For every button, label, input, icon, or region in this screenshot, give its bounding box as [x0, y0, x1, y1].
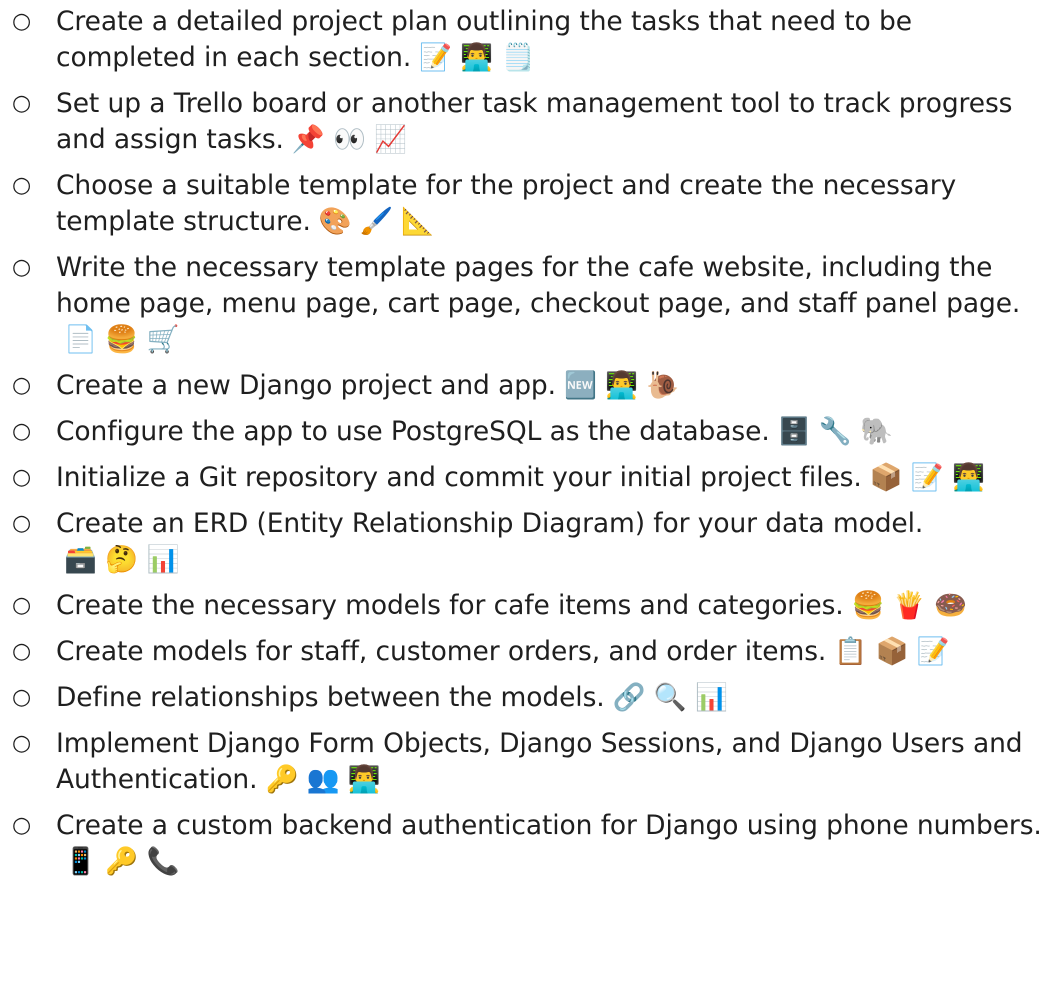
list-item: ○ Write the necessary template pages for …	[0, 250, 1054, 358]
bullet-icon: ○	[12, 639, 32, 664]
list-item: ○ Create a detailed project plan outlinin…	[0, 4, 1054, 76]
emoji-icons: 📄 🍔 🛒	[64, 324, 180, 355]
task-text: Choose a suitable template for the proje…	[56, 170, 957, 237]
task-text: Define relationships between the models.	[56, 682, 605, 713]
emoji-icons: 📋 📦 📝	[834, 636, 950, 667]
task-text: Create a new Django project and app.	[56, 370, 556, 401]
emoji-icons: 📝 👨‍💻 🗒️	[419, 42, 535, 73]
emoji-icons: 🎨 🖌️ 📐	[318, 206, 435, 237]
emoji-icons: 📦 📝 👨‍💻	[869, 462, 986, 493]
list-item: ○ Create the necessary models for cafe it…	[0, 588, 1054, 624]
task-text: Create a custom backend authentication f…	[56, 810, 1042, 841]
list-item: ○ Initialize a Git repository and commit …	[0, 460, 1054, 496]
list-item: ○ Set up a Trello board or another task m…	[0, 86, 1054, 158]
bullet-icon: ○	[12, 465, 32, 490]
emoji-icons: 📱 🔑 📞	[64, 846, 180, 877]
bullet-icon: ○	[12, 9, 32, 34]
bullet-icon: ○	[12, 813, 32, 838]
emoji-icons: 🍔 🍟 🍩	[851, 590, 967, 621]
bullet-icon: ○	[12, 255, 32, 280]
bullet-icon: ○	[12, 91, 32, 116]
task-list: ○ Create a detailed project plan outlinin…	[0, 4, 1054, 880]
task-text: Create models for staff, customer orders…	[56, 636, 827, 667]
list-item: ○ Configure the app to use PostgreSQL as …	[0, 414, 1054, 450]
bullet-icon: ○	[12, 419, 32, 444]
bullet-icon: ○	[12, 731, 32, 756]
task-text: Initialize a Git repository and commit y…	[56, 462, 862, 493]
task-text: Create the necessary models for cafe ite…	[56, 590, 844, 621]
task-text: Implement Django Form Objects, Django Se…	[56, 728, 1023, 795]
list-item: ○ Define relationships between the models…	[0, 680, 1054, 716]
emoji-icons: 🗃️ 🤔 📊	[64, 544, 180, 575]
list-item: ○ Create a new Django project and app. 🆕 👨…	[0, 368, 1054, 404]
bullet-icon: ○	[12, 593, 32, 618]
task-text: Write the necessary template pages for t…	[56, 252, 1021, 319]
task-text: Set up a Trello board or another task ma…	[56, 88, 1013, 155]
bullet-icon: ○	[12, 173, 32, 198]
emoji-icons: 📌 👀 📈	[291, 124, 408, 155]
list-item: ○ Create an ERD (Entity Relationship Diag…	[0, 506, 1054, 578]
emoji-icons: 🗄️ 🔧 🐘	[777, 416, 893, 447]
list-item: ○ Choose a suitable template for the proj…	[0, 168, 1054, 240]
list-item: ○ Implement Django Form Objects, Django S…	[0, 726, 1054, 798]
bullet-icon: ○	[12, 511, 32, 536]
emoji-icons: 🔗 🔍 📊	[612, 682, 728, 713]
bullet-icon: ○	[12, 685, 32, 710]
emoji-icons: 🔑 👥 👨‍💻	[265, 764, 381, 795]
list-item: ○ Create models for staff, customer order…	[0, 634, 1054, 670]
emoji-icons: 🆕 👨‍💻 🐌	[563, 370, 680, 401]
bullet-icon: ○	[12, 373, 32, 398]
task-text: Create an ERD (Entity Relationship Diagr…	[56, 508, 924, 539]
task-text: Configure the app to use PostgreSQL as t…	[56, 416, 770, 447]
list-item: ○ Create a custom backend authentication …	[0, 808, 1054, 880]
